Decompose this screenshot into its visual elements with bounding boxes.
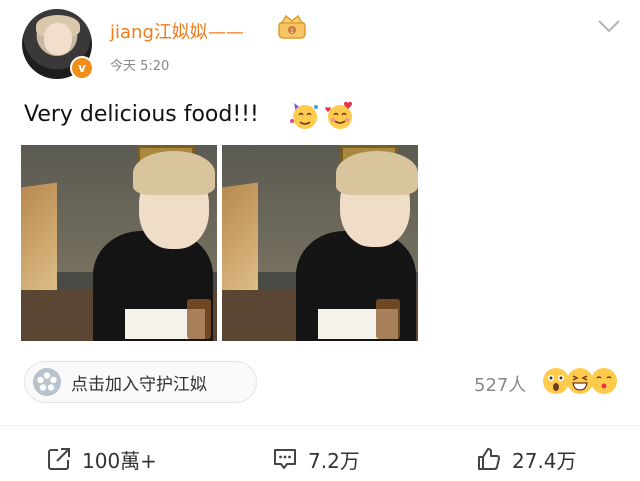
photo-easel bbox=[21, 182, 57, 308]
post-text: Very delicious food!!! bbox=[24, 102, 259, 127]
photo-person-hair bbox=[336, 151, 418, 195]
comment-button[interactable]: 7.2万 bbox=[272, 443, 360, 475]
crown-badge-icon: 1 bbox=[278, 14, 306, 39]
thumbs-up-icon bbox=[478, 448, 500, 470]
kissing-face-icon bbox=[591, 368, 617, 394]
avatar-face bbox=[44, 23, 72, 55]
party-face-icon bbox=[290, 103, 318, 129]
photo-person-hair bbox=[133, 151, 215, 195]
post-photo-1[interactable] bbox=[21, 145, 217, 341]
share-count: 100萬+ bbox=[82, 448, 157, 473]
post-timestamp: 今天 5:20 bbox=[110, 59, 170, 74]
chevron-down-icon[interactable] bbox=[596, 16, 622, 36]
like-button[interactable]: 27.4万 bbox=[476, 443, 577, 475]
guard-flower-icon bbox=[33, 368, 61, 396]
comment-icon bbox=[274, 449, 296, 469]
divider bbox=[0, 425, 640, 426]
share-button[interactable]: 100萬+ bbox=[46, 443, 157, 475]
join-guard-label: 点击加入守护江姒 bbox=[71, 374, 207, 395]
share-icon bbox=[48, 448, 70, 470]
photo-easel bbox=[222, 182, 258, 308]
svg-text:1: 1 bbox=[290, 28, 294, 35]
verified-badge-icon: v bbox=[70, 56, 94, 80]
username[interactable]: jiang江姒姒—— bbox=[110, 18, 244, 44]
photo-glass bbox=[376, 299, 400, 339]
supporter-count: 527人 bbox=[474, 375, 527, 396]
photo-glass bbox=[187, 299, 211, 339]
post-photo-2[interactable] bbox=[222, 145, 418, 341]
comment-count: 7.2万 bbox=[308, 448, 360, 473]
like-count: 27.4万 bbox=[512, 448, 577, 473]
join-guard-button[interactable]: 点击加入守护江姒 bbox=[24, 361, 257, 403]
smiling-face-with-hearts-icon bbox=[325, 101, 353, 129]
